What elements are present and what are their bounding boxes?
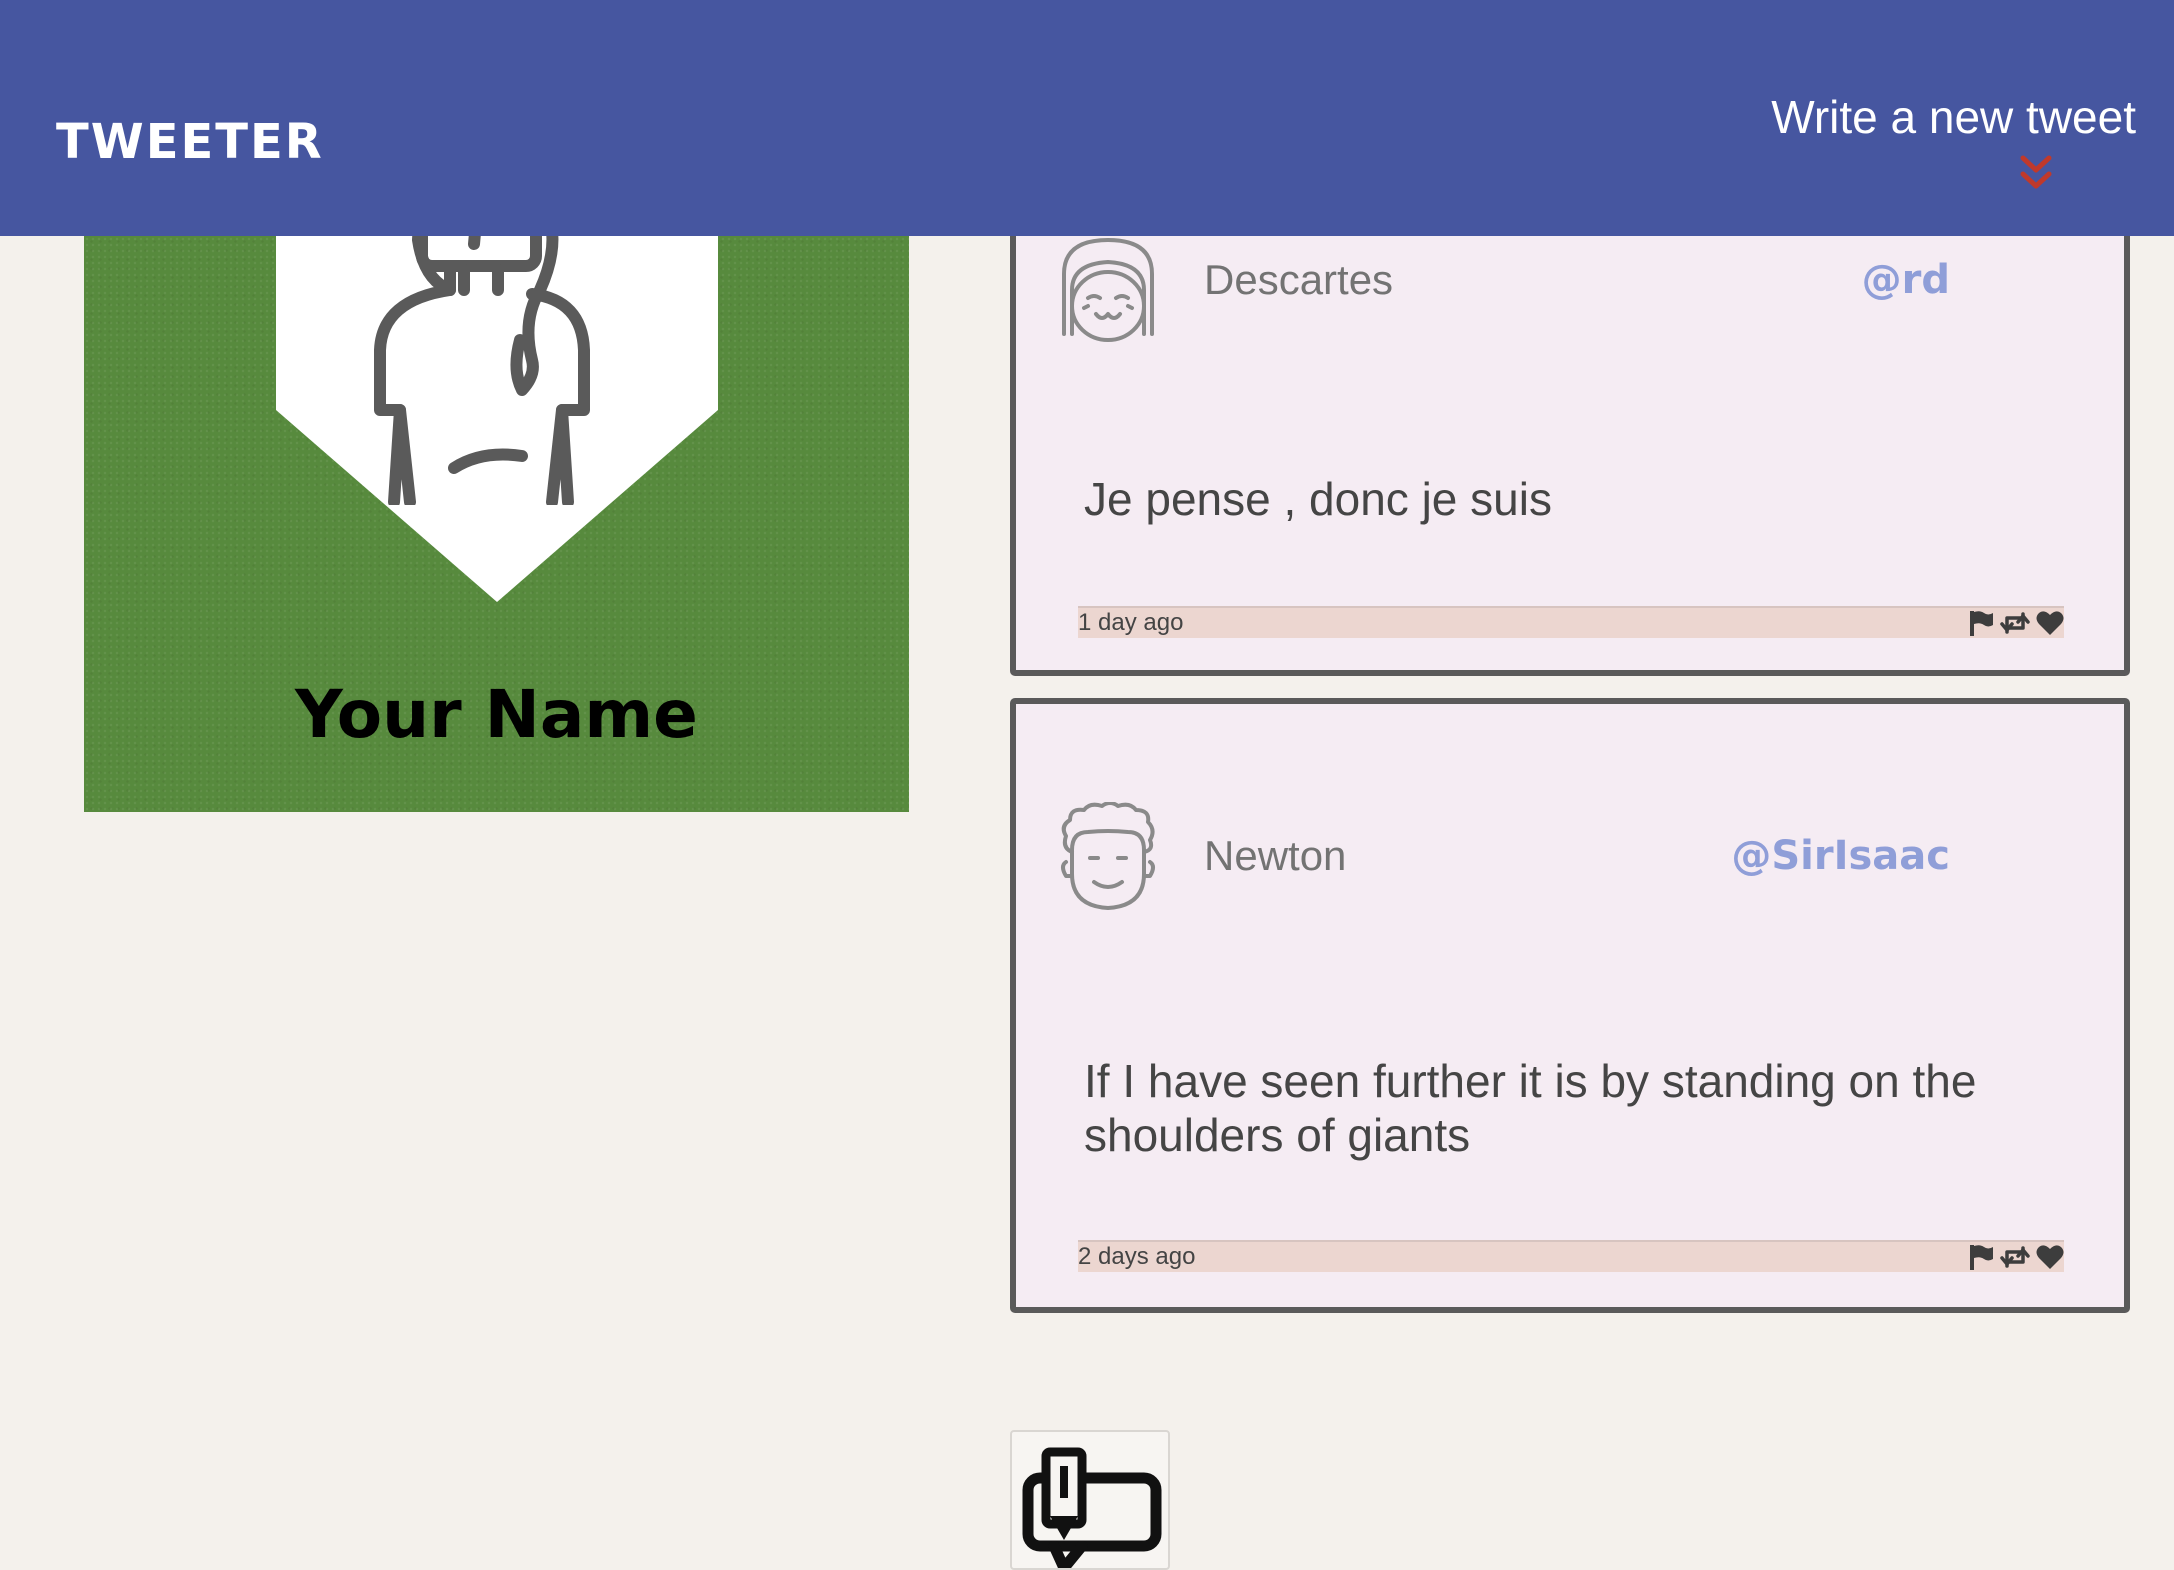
retweet-icon[interactable] (2000, 610, 2030, 636)
flag-icon[interactable] (1968, 610, 1994, 636)
flag-icon[interactable] (1968, 1244, 1994, 1270)
tweet-handle[interactable]: @SirIsaac (1731, 828, 1950, 884)
curly-hair-avatar-icon (1061, 802, 1155, 910)
heart-icon[interactable] (2036, 1244, 2064, 1270)
top-nav: TWEETER Write a new tweet (0, 0, 2174, 236)
tweet-timestamp: 1 day ago (1078, 609, 1184, 636)
heart-icon[interactable] (2036, 610, 2064, 636)
tweet-card: Newton @SirIsaac If I have seen further … (1010, 698, 2130, 1313)
tweet-text: If I have seen further it is by standing… (1084, 1055, 1977, 1161)
tweet-author: Descartes (1204, 256, 1394, 303)
write-tweet-icon[interactable] (1020, 1444, 1168, 1570)
girl-avatar-icon (1062, 238, 1154, 342)
compose-tweet-button[interactable] (1010, 1430, 1170, 1570)
brand-logo[interactable]: TWEETER (56, 112, 324, 172)
write-new-tweet-toggle[interactable]: Write a new tweet (1716, 82, 2136, 189)
tweet-actions (1962, 609, 2064, 637)
tweet-author: Newton (1204, 832, 1347, 879)
write-new-tweet-label[interactable]: Write a new tweet (1716, 82, 2136, 152)
double-chevron-down-icon[interactable] (2019, 154, 2053, 192)
retweet-icon[interactable] (2000, 1244, 2030, 1270)
tweet-handle[interactable]: @rd (1862, 252, 1950, 308)
tweet-timestamp: 2 days ago (1078, 1243, 1196, 1270)
tweet-footer: 1 day ago (1078, 606, 2064, 638)
tweet-actions (1962, 1243, 2064, 1271)
tweet-footer: 2 days ago (1078, 1240, 2064, 1272)
tweet-text: Je pense , donc je suis (1084, 473, 1552, 525)
profile-name: Your Name (295, 676, 698, 753)
profile-card: Your Name (84, 170, 909, 812)
